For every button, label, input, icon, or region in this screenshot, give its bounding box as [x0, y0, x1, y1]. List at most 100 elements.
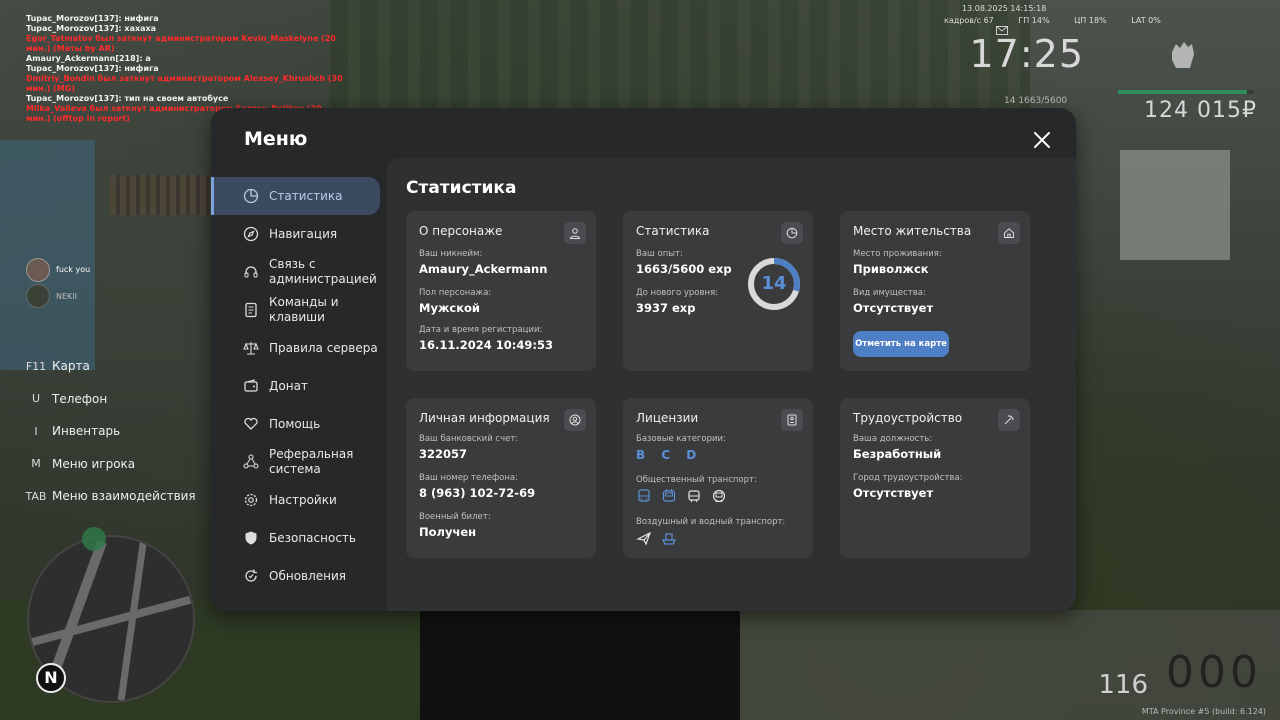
nickname-label: Ваш никнейм: [419, 249, 483, 259]
menu-window: Меню Статистика Навигация Связь с админи… [211, 108, 1076, 611]
nav-item-settings[interactable]: Настройки [211, 481, 386, 519]
card-title: Трудоустройство [853, 411, 963, 425]
key-hint-phone: U Телефон [20, 383, 196, 416]
key-action: Телефон [52, 391, 108, 406]
background-kiosk [1120, 150, 1230, 260]
latency: LAT 0% [1131, 16, 1161, 25]
nav-label: Донат [269, 378, 308, 393]
base-categories-value: B C D [636, 448, 703, 462]
nav-item-donate[interactable]: Донат [211, 367, 386, 405]
air-water-transport-icons [636, 530, 677, 546]
nav-item-commands[interactable]: Команды и клавиши [211, 291, 386, 329]
military-value: Получен [419, 525, 477, 539]
network-icon [243, 454, 259, 469]
nav-label: Обновления [269, 568, 347, 583]
user-icon [564, 222, 586, 244]
health-bar [1118, 90, 1254, 94]
public-transport-label: Общественный транспорт: [636, 475, 757, 485]
nav-item-navigation[interactable]: Навигация [211, 215, 386, 253]
trolleybus-icon [662, 488, 676, 502]
background-house [0, 140, 95, 370]
bus-icon [638, 489, 650, 502]
position-label: Ваша должность: [853, 434, 933, 444]
position-value: Безработный [853, 447, 942, 461]
key-hint-interaction-menu: TAB Меню взаимодействия [20, 480, 196, 513]
card-title: Лицензии [636, 411, 699, 425]
gear-icon [244, 493, 258, 507]
key-hints: F11 Карта U Телефон I Инвентарь M Меню и… [20, 350, 196, 513]
card-title: Личная информация [419, 411, 550, 425]
nav-label: Навигация [269, 226, 338, 241]
key-label: M [31, 457, 41, 471]
hud-level: 14 1663/5600 [1004, 96, 1068, 106]
document-icon [245, 302, 257, 318]
mark-on-map-button[interactable]: Отметить на карте [853, 331, 949, 357]
nav-item-security[interactable]: Безопасность [211, 519, 386, 557]
avatar [26, 284, 50, 308]
base-categories-label: Базовые категории: [636, 434, 726, 444]
experience-label: Ваш опыт: [636, 249, 683, 259]
key-action: Меню игрока [52, 456, 136, 471]
nav-item-rules[interactable]: Правила сервера [211, 329, 386, 367]
menu-sidebar: Статистика Навигация Связь с администрац… [211, 177, 386, 595]
airplane-icon [636, 531, 652, 546]
key-label: I [34, 424, 38, 438]
chat-message: Tupac_Morozov[137]: нифига [26, 64, 159, 73]
fuel-indicator: 116 [1098, 670, 1148, 700]
nav-label: Реферальная система [269, 447, 354, 476]
phone-label: Ваш номер телефона: [419, 473, 518, 483]
minimap-road [30, 595, 192, 647]
property-value: Отсутствует [853, 301, 934, 315]
personal-info-card: Личная информация Ваш банковский счет: 3… [406, 398, 596, 558]
fist-icon [1172, 42, 1194, 68]
id-card-icon [781, 409, 803, 431]
cpu-usage: ЦП 18% [1074, 16, 1107, 25]
background-fence [110, 175, 220, 215]
next-level-label: До нового уровня: [636, 288, 719, 298]
scales-icon [243, 342, 259, 355]
employment-city-label: Город трудоустройства: [853, 473, 963, 483]
air-water-transport-label: Воздушный и водный транспорт: [636, 517, 786, 527]
voice-player-name: NEKII [56, 292, 78, 301]
bank-account-label: Ваш банковский счет: [419, 434, 519, 444]
character-card: О персонаже Ваш никнейм: Amaury_Ackerman… [406, 211, 596, 371]
nickname-value: Amaury_Ackermann [419, 262, 548, 276]
key-hint-inventory: I Инвентарь [20, 415, 196, 448]
hud-performance: 13.08.2025 14:15:18 кадров/с 67 ГП 14% Ц… [944, 2, 1280, 25]
nav-item-statistics[interactable]: Статистика [211, 177, 380, 215]
key-label: TAB [25, 489, 47, 503]
hud-date: 13.08.2025 14:15:18 [962, 4, 1047, 13]
registration-label: Дата и время регистрации: [419, 325, 543, 335]
build-info: MTA Province #5 (build: 6.124) [1141, 707, 1266, 716]
gpu-usage: ГП 14% [1018, 16, 1050, 25]
compass-north-icon: N [36, 663, 66, 693]
nav-item-help[interactable]: Помощь [211, 405, 386, 443]
close-button[interactable] [1030, 128, 1054, 152]
tram-icon [688, 490, 700, 503]
experience-value: 1663/5600 exp [636, 262, 732, 276]
nav-label: Настройки [269, 492, 337, 507]
card-title: Место жительства [853, 224, 972, 238]
chat-message: Tupac_Morozov[137]: тип на своем автобус… [26, 94, 229, 103]
speedometer: 000 [1166, 647, 1262, 698]
employment-card: Трудоустройство Ваша должность: Безработ… [840, 398, 1030, 558]
property-label: Вид имущества: [853, 288, 926, 298]
nav-item-contact-admin[interactable]: Связь с администрацией [211, 253, 386, 291]
nav-label: Помощь [269, 416, 321, 431]
chat-message: Tupac_Morozov[137]: нифига [26, 14, 159, 23]
nav-item-referral[interactable]: Реферальная система [211, 443, 386, 481]
public-transport-icons [636, 488, 727, 504]
wallet-icon [244, 379, 258, 392]
home-icon [998, 222, 1020, 244]
nav-label: Связь с администрацией [269, 257, 377, 286]
boat-icon [662, 533, 676, 545]
gender-value: Мужской [419, 301, 480, 315]
menu-title: Меню [244, 128, 308, 150]
nav-label: Команды и клавиши [269, 295, 339, 324]
nav-item-updates[interactable]: Обновления [211, 557, 386, 595]
shield-icon [245, 531, 257, 545]
residence-card: Место жительства Место проживания: Приво… [840, 211, 1030, 371]
refresh-icon [245, 569, 257, 582]
card-title: О персонаже [419, 224, 503, 238]
compass-icon [243, 226, 259, 242]
